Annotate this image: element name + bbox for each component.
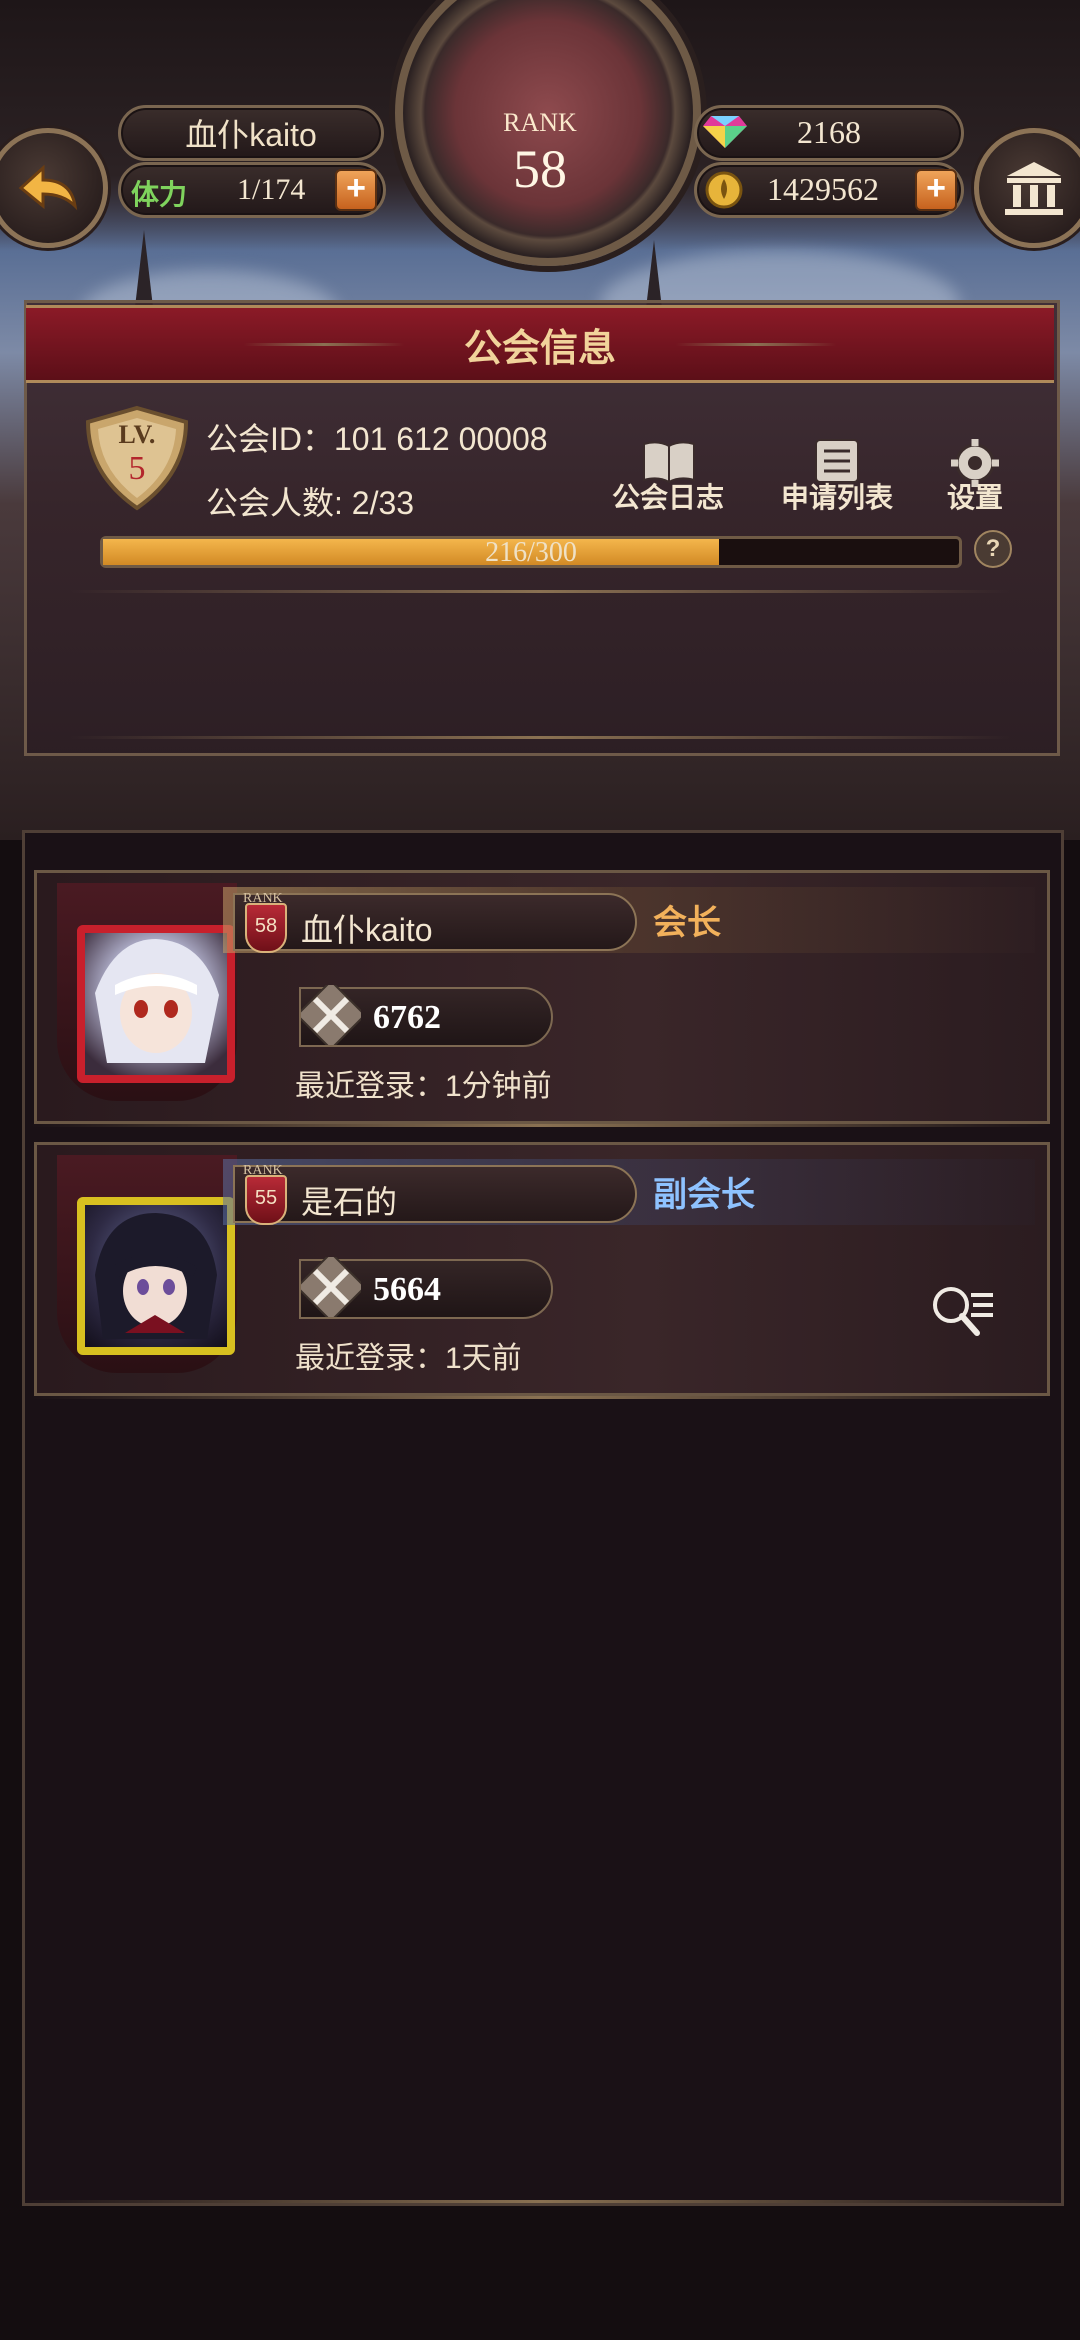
gem-icon — [703, 116, 747, 148]
settings-label: 设置 — [946, 482, 1003, 513]
stamina-value: 1/174 — [237, 173, 306, 206]
member-rank-badge: 58 — [245, 903, 287, 953]
guild-member-count: 公会人数: 2/33 — [206, 485, 415, 521]
member-name-bar: RANK 55 是石的 — [233, 1163, 637, 1225]
inspect-member-button[interactable] — [927, 1281, 997, 1345]
stamina-label: 体力 — [131, 179, 188, 210]
card-divider — [30, 1396, 1050, 1399]
guild-log-button[interactable]: 公会日志 — [606, 438, 730, 518]
crossed-swords-icon — [301, 985, 361, 1045]
member-last-login: 最近登录：1天前 — [295, 1342, 522, 1375]
banner-ornament — [676, 342, 836, 346]
member-name: 血仆kaito — [301, 912, 433, 948]
gems-value: 2168 — [797, 114, 861, 150]
divider-ornament — [70, 736, 1010, 739]
gold-bar: 1429562 + — [694, 162, 964, 218]
member-role: 副会长 — [653, 1176, 755, 1214]
player-name-bar: 血仆kaito — [118, 105, 384, 161]
rank-value: 58 — [513, 139, 567, 199]
panel-bottom-ornament — [20, 2200, 1060, 2203]
member-card[interactable]: RANK 55 是石的 副会长 5664 最近登录：1天前 — [34, 1142, 1050, 1396]
crossed-swords-icon — [301, 1257, 361, 1317]
guild-log-label: 公会日志 — [611, 482, 724, 513]
back-arrow-icon — [18, 164, 78, 211]
guild-exp-bar: 216/300 — [100, 536, 962, 568]
gold-coin-icon — [705, 171, 743, 209]
application-list-label: 申请列表 — [780, 482, 893, 513]
banner-ornament — [243, 342, 404, 346]
gold-value: 1429562 — [767, 171, 879, 207]
application-list-button[interactable]: 申请列表 — [772, 438, 902, 518]
guild-info-title: 公会信息 — [463, 327, 616, 370]
member-rank-badge: 55 — [245, 1175, 287, 1225]
add-stamina-button[interactable]: + — [335, 169, 377, 211]
guild-level-value: 5 — [128, 450, 146, 487]
avatar-face — [95, 1213, 217, 1339]
avatar-face — [95, 939, 219, 1063]
help-button[interactable]: ? — [974, 530, 1012, 568]
stamina-bar: 体力 1/174 + — [118, 162, 386, 218]
member-power: 5664 — [373, 1271, 441, 1308]
member-last-login: 最近登录：1分钟前 — [295, 1070, 552, 1103]
guild-info-banner: 公会信息 — [26, 305, 1054, 383]
card-divider — [30, 1124, 1050, 1127]
guild-level-label: LV. — [118, 420, 156, 449]
add-gold-button[interactable]: + — [915, 169, 957, 211]
gems-bar: 2168 — [694, 105, 964, 161]
member-avatar[interactable] — [77, 1197, 235, 1355]
member-role: 会长 — [653, 904, 721, 942]
rank-display: RANK 58 — [447, 68, 633, 218]
settings-button[interactable]: 设置 — [930, 438, 1020, 518]
member-card[interactable]: RANK 58 血仆kaito 会长 6762 最近登录：1分钟前 — [34, 870, 1050, 1124]
player-name: 血仆kaito — [185, 117, 317, 153]
member-name: 是石的 — [301, 1184, 398, 1220]
member-name-bar: RANK 58 血仆kaito — [233, 891, 637, 953]
member-avatar[interactable] — [77, 925, 235, 1083]
guild-exp-text: 216/300 — [485, 537, 577, 568]
rank-label: RANK — [503, 108, 577, 137]
member-power: 6762 — [373, 999, 441, 1036]
divider-ornament — [70, 590, 1010, 593]
guild-id: 公会ID：101 612 00008 — [206, 421, 548, 457]
inspect-icon — [933, 1287, 993, 1336]
bank-icon — [1005, 162, 1063, 215]
